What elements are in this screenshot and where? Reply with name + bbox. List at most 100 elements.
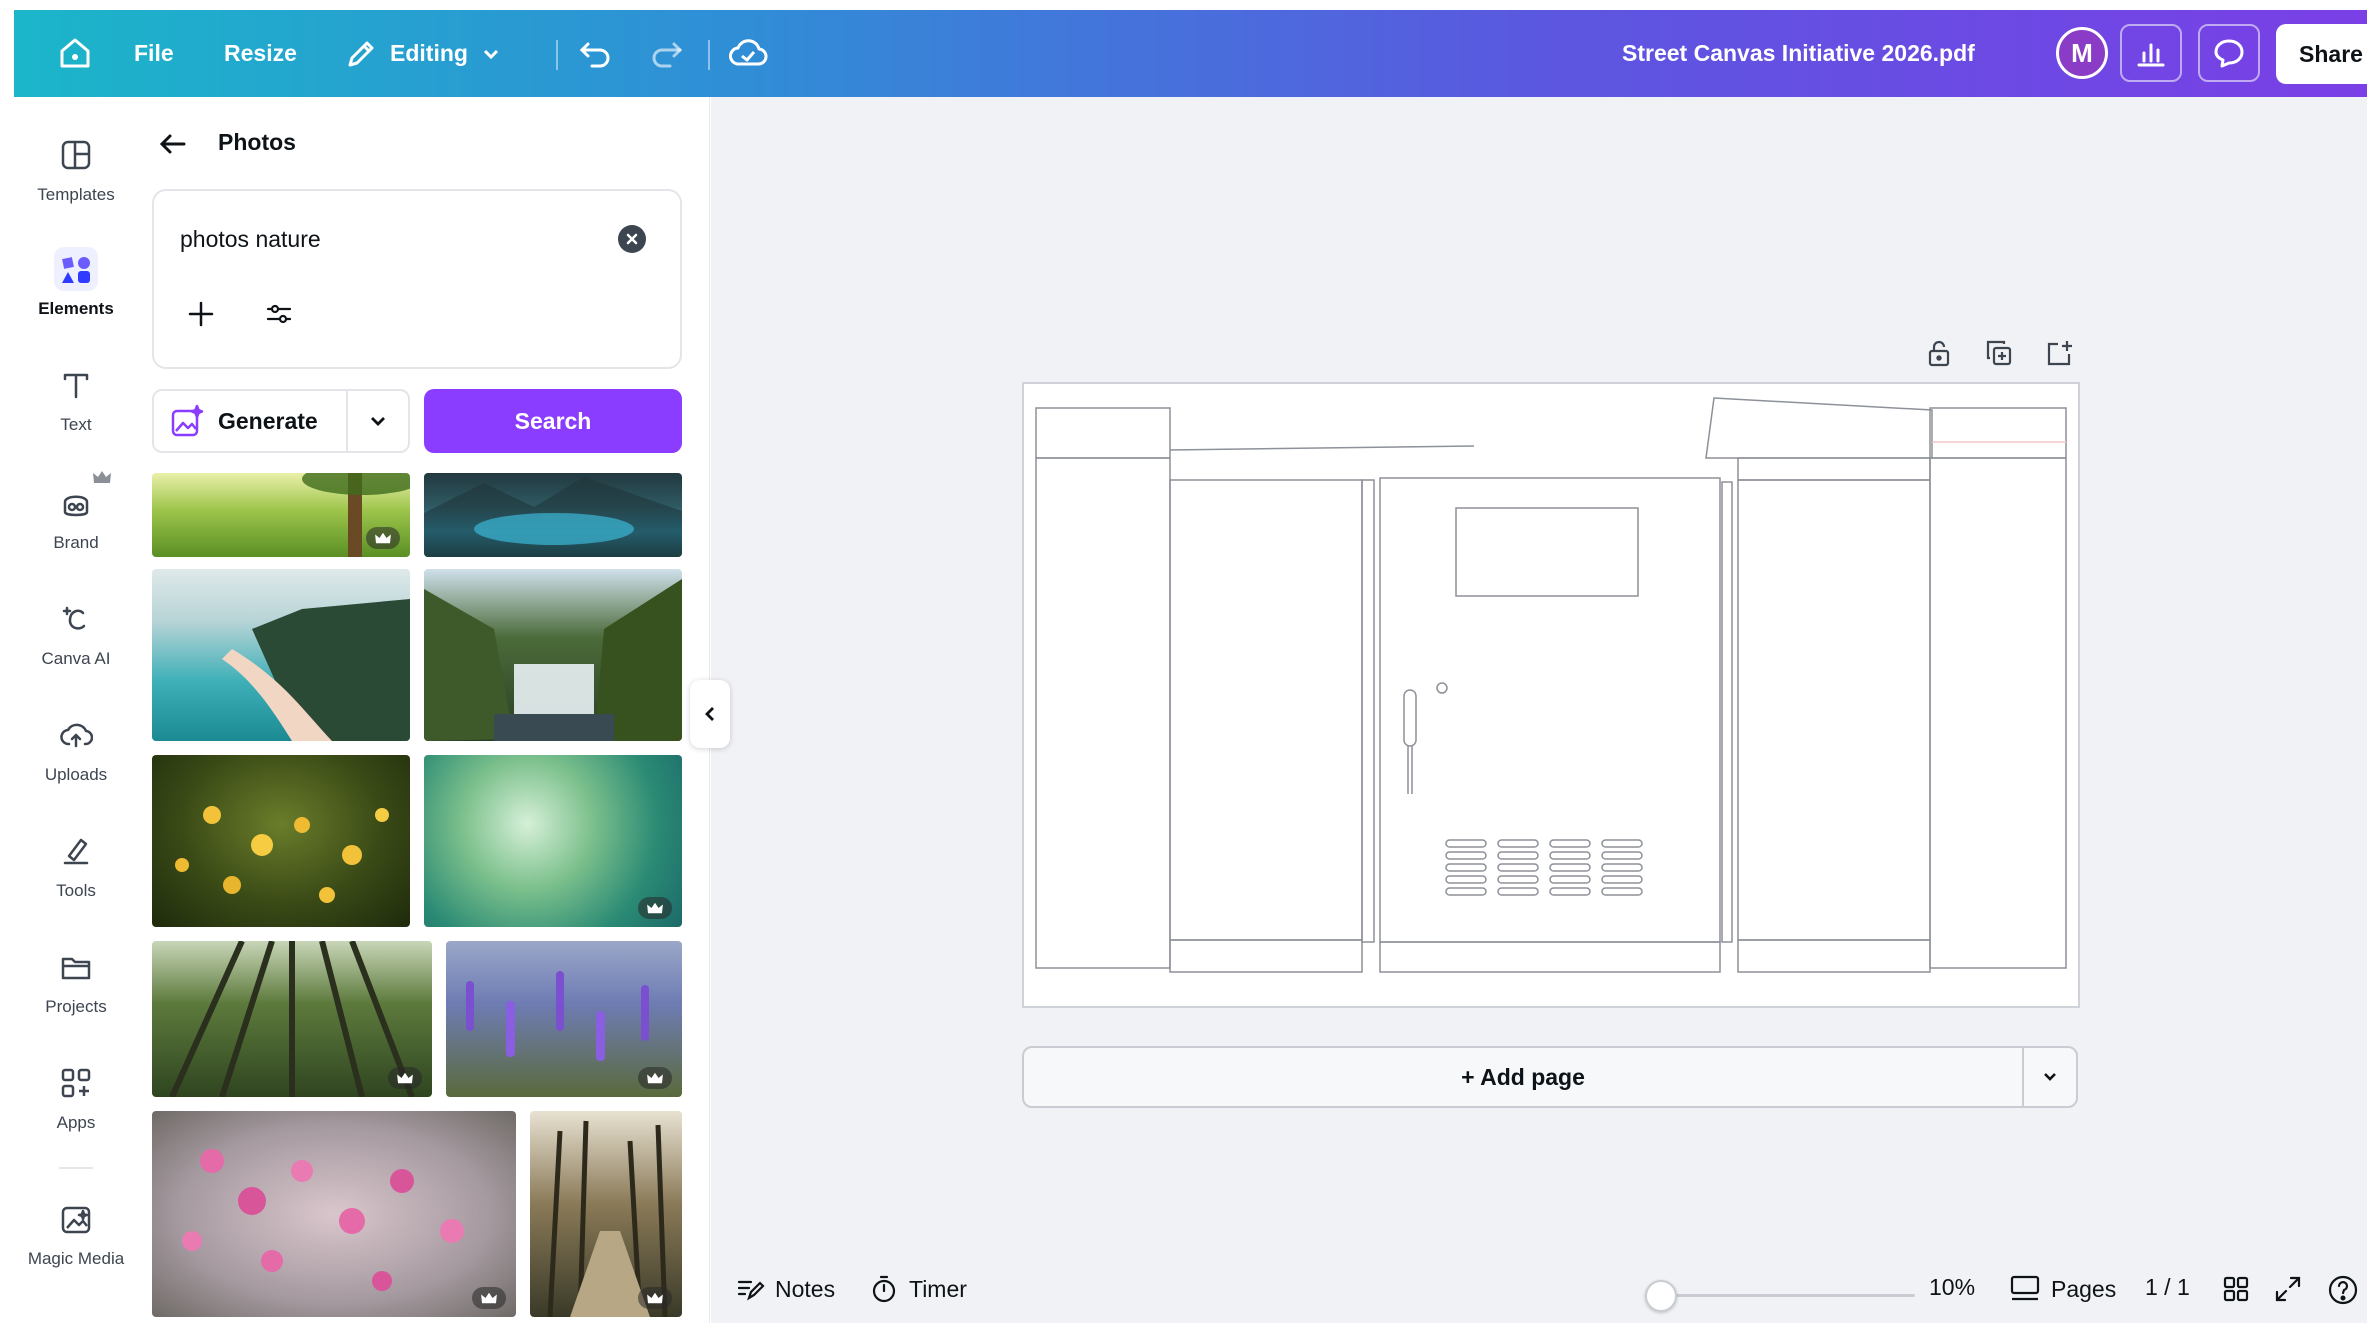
file-label: File: [134, 40, 174, 66]
templates-icon: [54, 133, 98, 177]
redo-button[interactable]: [648, 34, 686, 77]
rail-item-magic-media[interactable]: Magic Media: [14, 1197, 138, 1269]
redo-icon: [652, 42, 683, 68]
photo-tile[interactable]: [446, 941, 682, 1097]
generate-options-button[interactable]: [348, 410, 408, 432]
cloud-check-icon: [729, 39, 768, 66]
photo-tile[interactable]: [152, 1111, 516, 1317]
photo-tile[interactable]: [152, 569, 410, 741]
rail-item-templates[interactable]: Templates: [14, 133, 138, 205]
comments-button[interactable]: [2198, 24, 2260, 82]
duplicate-page-button[interactable]: [1984, 338, 2014, 373]
pages-icon: [2010, 1275, 2040, 1301]
save-status-button[interactable]: [728, 34, 768, 77]
grid-view-button[interactable]: [2221, 1274, 2251, 1304]
photo-tile[interactable]: [152, 473, 410, 557]
lock-icon: [1928, 340, 1950, 367]
help-button[interactable]: [2327, 1274, 2359, 1306]
search-card: [152, 189, 682, 369]
add-page-options-button[interactable]: [2024, 1067, 2076, 1087]
resize-menu[interactable]: Resize: [224, 10, 297, 97]
search-input[interactable]: [180, 219, 600, 259]
rail-item-elements[interactable]: Elements: [14, 247, 138, 319]
lock-page-button[interactable]: [1924, 338, 1954, 373]
rail-label: Uploads: [44, 765, 108, 784]
pages-label: Pages: [2051, 1275, 2117, 1302]
photo-tile[interactable]: [152, 755, 410, 927]
rail-item-projects[interactable]: Projects: [14, 945, 138, 1017]
zoom-slider-handle[interactable]: [1645, 1280, 1677, 1312]
duplicate-icon: [1986, 340, 2012, 366]
canva-ai-icon: [54, 597, 98, 641]
rail-label: Elements: [38, 299, 114, 318]
photo-tile[interactable]: [530, 1111, 682, 1317]
image-sparkle-icon: [171, 404, 204, 437]
toolbar-divider: [556, 40, 558, 70]
generate-button[interactable]: Generate: [154, 391, 348, 451]
document-title[interactable]: Street Canvas Initiative 2026.pdf: [1622, 10, 1975, 97]
waterfall-photo: [424, 579, 682, 741]
chevron-down-icon: [483, 49, 498, 59]
rail-label: Canva AI: [41, 649, 111, 668]
photo-tile[interactable]: [424, 569, 682, 741]
file-menu[interactable]: File: [134, 10, 174, 97]
timer-button[interactable]: Timer: [869, 1274, 967, 1304]
add-page-button[interactable]: + Add page: [1024, 1048, 2024, 1106]
add-filter-button[interactable]: [186, 299, 216, 334]
rail-item-apps[interactable]: Apps: [14, 1061, 138, 1133]
pages-button[interactable]: Pages: [2009, 1274, 2116, 1304]
photo-tile[interactable]: [424, 755, 682, 927]
rail-item-text[interactable]: Text: [14, 363, 138, 435]
zoom-slider[interactable]: [1645, 1280, 1915, 1312]
text-icon: [54, 363, 98, 407]
home-button[interactable]: [54, 32, 96, 74]
grid-icon: [2223, 1276, 2249, 1302]
back-button[interactable]: [156, 127, 190, 166]
elements-icon: [54, 247, 98, 291]
undo-button[interactable]: [576, 34, 614, 77]
notes-button[interactable]: Notes: [735, 1274, 835, 1304]
crown-icon: [375, 532, 391, 544]
premium-badge: [472, 1287, 506, 1309]
generate-label: Generate: [218, 407, 318, 434]
design-page[interactable]: [1022, 382, 2080, 1008]
rail-item-uploads[interactable]: Uploads: [14, 713, 138, 785]
editing-mode-dropdown[interactable]: Editing: [344, 10, 502, 97]
clear-search-button[interactable]: [618, 225, 646, 253]
comment-icon: [2214, 39, 2244, 68]
editor-footer: Notes Timer 10% Pages 1 / 1: [711, 1262, 2367, 1323]
rail-item-tools[interactable]: Tools: [14, 829, 138, 901]
insights-button[interactable]: [2120, 24, 2182, 82]
home-icon: [60, 38, 90, 68]
page-count-text: 1 / 1: [2145, 1274, 2190, 1300]
photo-tile[interactable]: [152, 941, 432, 1097]
fullscreen-button[interactable]: [2273, 1274, 2303, 1304]
apps-icon: [54, 1061, 98, 1105]
rail-item-canva-ai[interactable]: Canva AI: [14, 597, 138, 669]
search-button[interactable]: Search: [424, 389, 682, 453]
filter-settings-button[interactable]: [264, 299, 294, 334]
share-button[interactable]: Share: [2276, 24, 2367, 84]
avatar-initial: M: [2071, 37, 2093, 68]
photos-panel: Photos Generate Search: [138, 97, 710, 1323]
add-page-toolbar-button[interactable]: [2044, 338, 2074, 373]
crown-icon: [647, 1292, 663, 1304]
crown-icon: [397, 1072, 413, 1084]
avatar[interactable]: M: [2056, 27, 2108, 79]
bar-chart-icon: [2137, 43, 2165, 67]
crown-icon: [93, 471, 111, 483]
search-button-label: Search: [514, 407, 592, 434]
zoom-level[interactable]: 10%: [1929, 1274, 1975, 1301]
pencil-icon: [348, 41, 374, 66]
rail-label: Projects: [45, 997, 107, 1016]
rail-item-brand[interactable]: Brand: [14, 471, 138, 553]
magic-media-icon: [54, 1197, 98, 1241]
toolbar-divider: [708, 40, 710, 70]
arrow-left-icon: [159, 134, 186, 154]
chevron-down-icon: [371, 417, 385, 426]
add-page-icon: [2047, 341, 2072, 366]
collapse-panel-button[interactable]: [690, 680, 730, 748]
mountain-lake-photo: [424, 477, 682, 557]
photo-tile[interactable]: [424, 473, 682, 557]
page-count: 1 / 1: [2145, 1274, 2190, 1301]
